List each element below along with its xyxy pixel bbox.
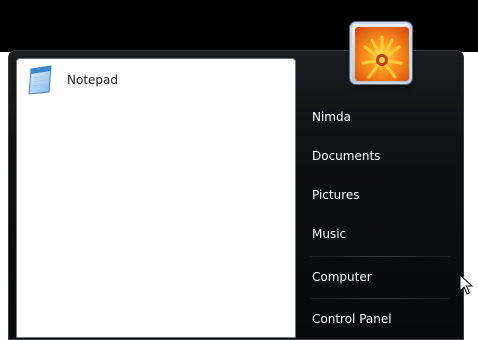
right-item-control-panel[interactable]: Control Panel — [312, 307, 448, 331]
user-picture[interactable] — [350, 22, 412, 84]
right-item-nimda[interactable]: Nimda — [312, 105, 448, 129]
right-item-documents[interactable]: Documents — [312, 144, 448, 168]
right-item-pictures[interactable]: Pictures — [312, 183, 448, 207]
right-item-computer[interactable]: Computer — [312, 265, 448, 289]
right-item-music[interactable]: Music — [312, 222, 448, 246]
separator — [310, 298, 450, 299]
mouse-pointer-icon — [459, 274, 473, 295]
notepad-icon — [23, 63, 57, 97]
separator — [310, 256, 450, 257]
program-item-notepad[interactable]: Notepad — [21, 63, 291, 101]
program-label: Notepad — [67, 73, 118, 87]
programs-pane: Notepad — [16, 58, 296, 338]
